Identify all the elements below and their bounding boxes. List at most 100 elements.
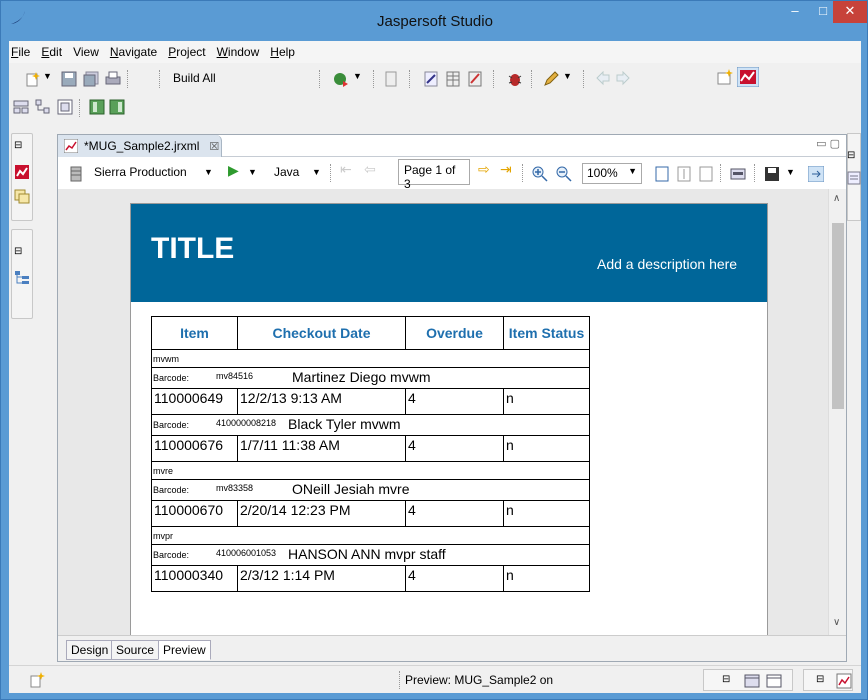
save-icon[interactable] [61,71,77,87]
tab-design[interactable]: Design [66,640,114,660]
report-preview-icon[interactable] [836,673,852,689]
menu-file[interactable]: File [11,45,30,59]
green-panel-alt-icon[interactable] [109,99,125,115]
new-dropdown-icon[interactable]: ▼ [43,71,59,87]
forward-arrow-icon[interactable] [615,71,631,87]
toolbar-separator [373,70,374,88]
report-design-perspective-icon[interactable] [737,67,759,87]
restore-icon[interactable]: ⊟ [14,246,30,262]
minimize-button[interactable]: – [781,1,809,23]
tab-source[interactable]: Source [111,640,160,660]
toolbar-separator [79,99,80,117]
tab-close-icon[interactable]: ☒ [209,140,219,153]
problems-icon[interactable] [766,673,782,689]
toolbar-separator [409,70,410,88]
run-report-icon[interactable] [333,71,349,87]
restore-icon[interactable]: ⊟ [722,674,738,690]
pencil-tool-icon[interactable] [543,71,559,87]
fit-page-icon[interactable] [654,166,670,182]
page-indicator[interactable]: Page 1 of 3 [398,159,470,191]
chart-wizard-icon[interactable] [467,71,483,87]
report-title: TITLE [151,232,235,265]
pencil-dropdown-icon[interactable]: ▼ [563,71,579,87]
zoom-dropdown-icon[interactable]: ▼ [628,166,637,176]
repository-explorer-icon[interactable] [14,188,30,204]
zoom-select[interactable]: 100% ▼ [582,163,642,184]
back-arrow-icon[interactable] [595,71,611,87]
run-dropdown-icon[interactable]: ▼ [353,71,369,87]
close-button[interactable]: ✕ [833,1,867,23]
workbench: File Edit View Navigate Project Window Help ▼ … [9,41,861,693]
report-wizard-icon[interactable] [423,71,439,87]
menu-navigate[interactable]: Navigate [110,45,157,59]
patron-name: Black Tyler mvwm [288,416,401,432]
properties-icon[interactable] [847,170,863,186]
language-select[interactable]: Java [274,165,299,179]
restore-icon[interactable]: ⊟ [14,140,30,156]
zoom-in-icon[interactable] [532,166,548,182]
scroll-down-icon[interactable]: ∨ [833,617,840,628]
table-icon[interactable] [445,71,461,87]
tab-mug-sample2[interactable]: *MUG_Sample2.jrxml ☒ [58,135,222,157]
menu-edit[interactable]: Edit [41,45,62,59]
zoom-out-icon[interactable] [556,166,572,182]
group-icon[interactable] [57,99,73,115]
menu-project[interactable]: Project [168,45,205,59]
toolbar-separator [159,70,160,88]
debug-bug-icon[interactable] [507,71,523,87]
restore-icon[interactable]: ⊟ [816,674,832,690]
new-file-status-icon[interactable] [29,672,45,688]
patron-cell: Barcode: 410006001053 HANSON ANN mvpr staf… [151,544,590,566]
title-bar[interactable]: Jaspersoft Studio – □ ✕ [1,1,868,41]
language-dropdown-icon[interactable]: ▼ [312,167,321,177]
menu-help[interactable]: Help [270,45,295,59]
report-design-icon[interactable] [14,164,30,180]
group-name: mvre [151,461,590,480]
restore-icon[interactable]: ⊟ [847,150,863,166]
print-icon[interactable] [105,71,121,87]
outline-icon[interactable] [14,270,30,286]
scrollbar-thumb[interactable] [832,223,844,409]
run-dropdown-icon[interactable]: ▼ [248,167,257,177]
vertical-scrollbar[interactable]: ∧ ∨ [828,189,846,635]
last-page-icon[interactable]: ⇥ [500,161,512,178]
first-page-icon[interactable]: ⇤ [340,161,352,178]
column-header: Overdue [405,316,504,350]
window-title: Jaspersoft Studio [377,13,493,30]
menu-view[interactable]: View [73,45,99,59]
export-save-icon[interactable] [764,166,780,182]
toggle-panel-icon[interactable] [808,166,824,182]
save-all-icon[interactable] [83,71,99,87]
editor-minmax-icon[interactable]: ▭ ▢ [816,137,840,150]
previous-page-icon[interactable]: ⇦ [364,161,376,178]
report-page-icon[interactable] [383,71,399,87]
cell-status: n [503,435,590,462]
view-mode-icon[interactable] [730,166,746,182]
column-header: Item Status [503,316,590,350]
console-icon[interactable] [744,673,760,689]
adapter-dropdown-icon[interactable]: ▼ [204,167,213,177]
left-trim-stack-2: ⊟ [11,229,33,319]
layout-icon[interactable] [13,99,29,115]
open-perspective-icon[interactable] [717,69,733,85]
menu-window[interactable]: Window [217,45,260,59]
green-panel-icon[interactable] [89,99,105,115]
tab-preview[interactable]: Preview [158,640,211,660]
actual-size-icon[interactable] [698,166,714,182]
table-row: 110000649 12/2/13 9:13 AM 4 n [151,388,590,415]
barcode-label: Barcode: [153,420,190,430]
patron-row: Barcode: 410006001053 HANSON ANN mvpr staf… [151,544,590,566]
toolbar-separator [754,164,755,182]
report-preview-area[interactable]: TITLE Add a description here Item Checko… [58,189,846,635]
new-icon[interactable] [25,71,41,87]
left-trim-stack: ⊟ [11,133,33,221]
scroll-up-icon[interactable]: ∧ [833,193,840,204]
build-all-button[interactable]: Build All [173,71,216,85]
tree-icon[interactable] [35,99,51,115]
run-icon[interactable]: ▶ [228,162,239,179]
fit-height-icon[interactable] [676,166,692,182]
barcode-label: Barcode: [153,550,190,560]
export-dropdown-icon[interactable]: ▼ [786,167,795,177]
next-page-icon[interactable]: ⇨ [478,161,490,178]
data-adapter-select[interactable]: Sierra Production [94,165,187,179]
